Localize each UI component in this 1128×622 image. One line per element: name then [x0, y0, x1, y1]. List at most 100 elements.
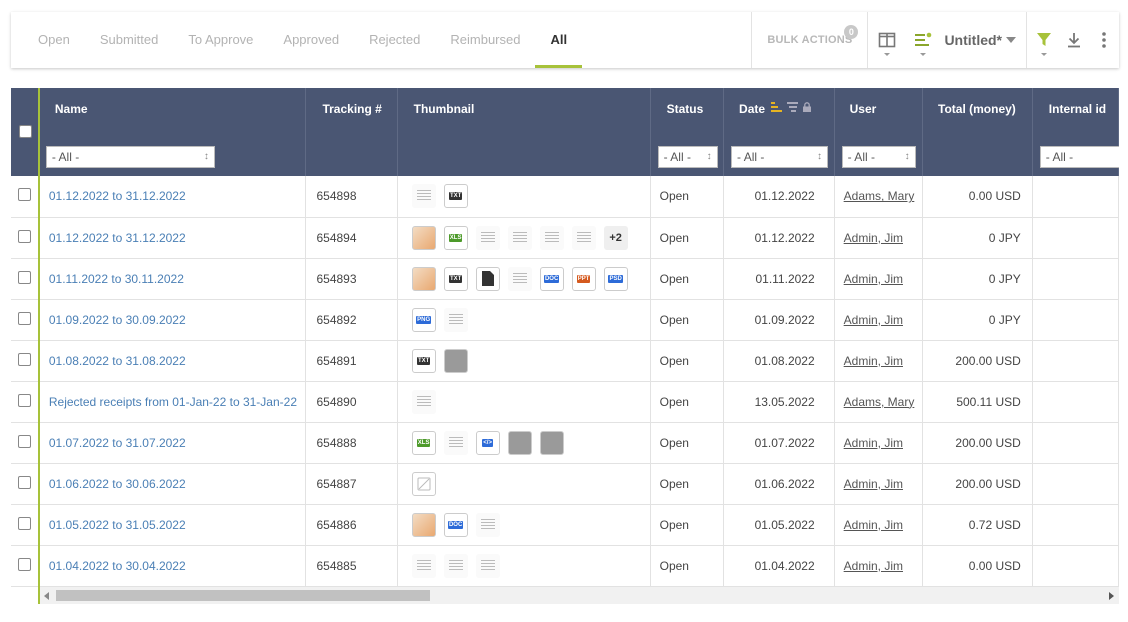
report-name-link[interactable]: 01.12.2022 to 31.12.2022: [49, 189, 186, 203]
more-options-button[interactable]: [1089, 12, 1119, 68]
file-icon[interactable]: [475, 266, 500, 291]
document-thumbnail[interactable]: [411, 553, 436, 578]
png-file-icon[interactable]: PNG: [411, 307, 436, 332]
document-thumbnail[interactable]: [443, 307, 468, 332]
report-name-link[interactable]: Rejected receipts from 01-Jan-22 to 31-J…: [49, 395, 297, 409]
column-header-user[interactable]: User - All -: [834, 88, 924, 176]
column-header-internal-id[interactable]: Internal id - All -: [1032, 88, 1119, 176]
internal-id-filter-select[interactable]: - All -: [1039, 146, 1119, 168]
tab-rejected[interactable]: Rejected: [354, 12, 435, 68]
document-thumbnail[interactable]: [475, 225, 500, 250]
table-row[interactable]: 01.11.2022 to 30.11.2022 654893 TXT DOC PPT P…: [11, 258, 1119, 300]
date-filter-select[interactable]: - All -: [731, 146, 829, 168]
user-link[interactable]: Admin, Jim: [844, 436, 903, 450]
receipt-thumbnail[interactable]: [443, 348, 468, 373]
document-thumbnail[interactable]: [539, 225, 564, 250]
table-row[interactable]: 01.05.2022 to 31.05.2022 654886 DOC Open 01.…: [11, 504, 1119, 546]
document-thumbnail[interactable]: [571, 225, 596, 250]
report-name-link[interactable]: 01.11.2022 to 30.11.2022: [49, 272, 184, 286]
code-file-icon[interactable]: </>: [475, 430, 500, 455]
ppt-file-icon[interactable]: PPT: [571, 266, 596, 291]
column-header-status[interactable]: Status - All -: [650, 88, 725, 176]
filter-button[interactable]: [1029, 12, 1059, 68]
psd-file-icon[interactable]: PSD: [603, 266, 628, 291]
doc-file-icon[interactable]: DOC: [539, 266, 564, 291]
no-image-icon[interactable]: [411, 471, 436, 496]
table-row[interactable]: 01.12.2022 to 31.12.2022 654898 TXT Open 01.…: [11, 176, 1119, 218]
tab-open[interactable]: Open: [23, 12, 85, 68]
bulk-actions-button[interactable]: BULK ACTIONS 0: [752, 12, 867, 68]
scrollbar-thumb[interactable]: [56, 590, 430, 601]
document-thumbnail[interactable]: [507, 266, 532, 291]
more-thumbnails-button[interactable]: +2: [603, 225, 628, 250]
report-name-link[interactable]: 01.07.2022 to 31.07.2022: [49, 436, 186, 450]
receipt-thumbnail[interactable]: [411, 225, 436, 250]
receipt-thumbnail[interactable]: [411, 512, 436, 537]
scroll-left-icon[interactable]: [44, 592, 49, 600]
column-header-tracking[interactable]: Tracking #: [305, 88, 398, 176]
table-row[interactable]: 01.04.2022 to 30.04.2022 654885 Open 01.04.…: [11, 545, 1119, 587]
doc-file-icon[interactable]: DOC: [443, 512, 468, 537]
row-checkbox[interactable]: [17, 516, 31, 530]
report-name-link[interactable]: 01.12.2022 to 31.12.2022: [49, 231, 186, 245]
txt-file-icon[interactable]: TXT: [411, 348, 436, 373]
document-thumbnail[interactable]: [507, 225, 532, 250]
table-row[interactable]: 01.09.2022 to 30.09.2022 654892 PNG Open 01.…: [11, 299, 1119, 341]
sort-button[interactable]: [908, 12, 938, 68]
row-checkbox[interactable]: [17, 352, 31, 366]
tab-approved[interactable]: Approved: [268, 12, 354, 68]
status-filter-select[interactable]: - All -: [657, 146, 718, 168]
column-header-name[interactable]: Name - All -: [38, 88, 307, 176]
document-thumbnail[interactable]: [443, 553, 468, 578]
user-link[interactable]: Admin, Jim: [844, 354, 903, 368]
table-row[interactable]: Rejected receipts from 01-Jan-22 to 31-J…: [11, 381, 1119, 423]
user-link[interactable]: Admin, Jim: [844, 272, 903, 286]
table-row[interactable]: 01.08.2022 to 31.08.2022 654891 TXT Open 01.…: [11, 340, 1119, 382]
user-link[interactable]: Adams, Mary: [844, 395, 915, 409]
view-selector[interactable]: Untitled*: [938, 12, 1026, 68]
table-row[interactable]: 01.12.2022 to 31.12.2022 654894 XLS +2 Open 0…: [11, 217, 1119, 259]
row-checkbox[interactable]: [17, 229, 31, 243]
column-header-thumbnail[interactable]: Thumbnail: [397, 88, 651, 176]
row-checkbox[interactable]: [17, 557, 31, 571]
scroll-right-icon[interactable]: [1109, 592, 1114, 600]
document-thumbnail[interactable]: [475, 553, 500, 578]
user-link[interactable]: Admin, Jim: [844, 518, 903, 532]
user-link[interactable]: Admin, Jim: [844, 313, 903, 327]
txt-file-icon[interactable]: TXT: [443, 184, 468, 209]
report-name-link[interactable]: 01.06.2022 to 30.06.2022: [49, 477, 186, 491]
xls-file-icon[interactable]: XLS: [411, 430, 436, 455]
column-header-date[interactable]: Date - All -: [723, 88, 835, 176]
report-name-link[interactable]: 01.09.2022 to 30.09.2022: [49, 313, 186, 327]
txt-file-icon[interactable]: TXT: [443, 266, 468, 291]
user-link[interactable]: Admin, Jim: [844, 231, 903, 245]
tab-all[interactable]: All: [535, 12, 582, 68]
horizontal-scrollbar[interactable]: [39, 587, 1119, 604]
report-name-link[interactable]: 01.05.2022 to 31.05.2022: [49, 518, 186, 532]
user-link[interactable]: Adams, Mary: [844, 189, 915, 203]
row-checkbox[interactable]: [17, 434, 31, 448]
report-name-link[interactable]: 01.08.2022 to 31.08.2022: [49, 354, 186, 368]
table-row[interactable]: 01.07.2022 to 31.07.2022 654888 XLS </> Open…: [11, 422, 1119, 464]
row-checkbox[interactable]: [17, 270, 31, 284]
columns-button[interactable]: [872, 12, 902, 68]
row-checkbox[interactable]: [17, 188, 31, 202]
document-thumbnail[interactable]: [411, 389, 436, 414]
user-link[interactable]: Admin, Jim: [844, 559, 903, 573]
receipt-thumbnail[interactable]: [507, 430, 532, 455]
tab-to-approve[interactable]: To Approve: [173, 12, 268, 68]
row-checkbox[interactable]: [17, 475, 31, 489]
row-checkbox[interactable]: [17, 311, 31, 325]
document-thumbnail[interactable]: [443, 430, 468, 455]
document-thumbnail[interactable]: [475, 512, 500, 537]
name-filter-select[interactable]: - All -: [45, 146, 215, 168]
column-header-total[interactable]: Total (money): [922, 88, 1033, 176]
tab-submitted[interactable]: Submitted: [85, 12, 174, 68]
download-button[interactable]: [1059, 12, 1089, 68]
user-link[interactable]: Admin, Jim: [844, 477, 903, 491]
row-checkbox[interactable]: [17, 393, 31, 407]
receipt-thumbnail[interactable]: [539, 430, 564, 455]
document-thumbnail[interactable]: [411, 184, 436, 209]
report-name-link[interactable]: 01.04.2022 to 30.04.2022: [49, 559, 186, 573]
user-filter-select[interactable]: - All -: [841, 146, 916, 168]
